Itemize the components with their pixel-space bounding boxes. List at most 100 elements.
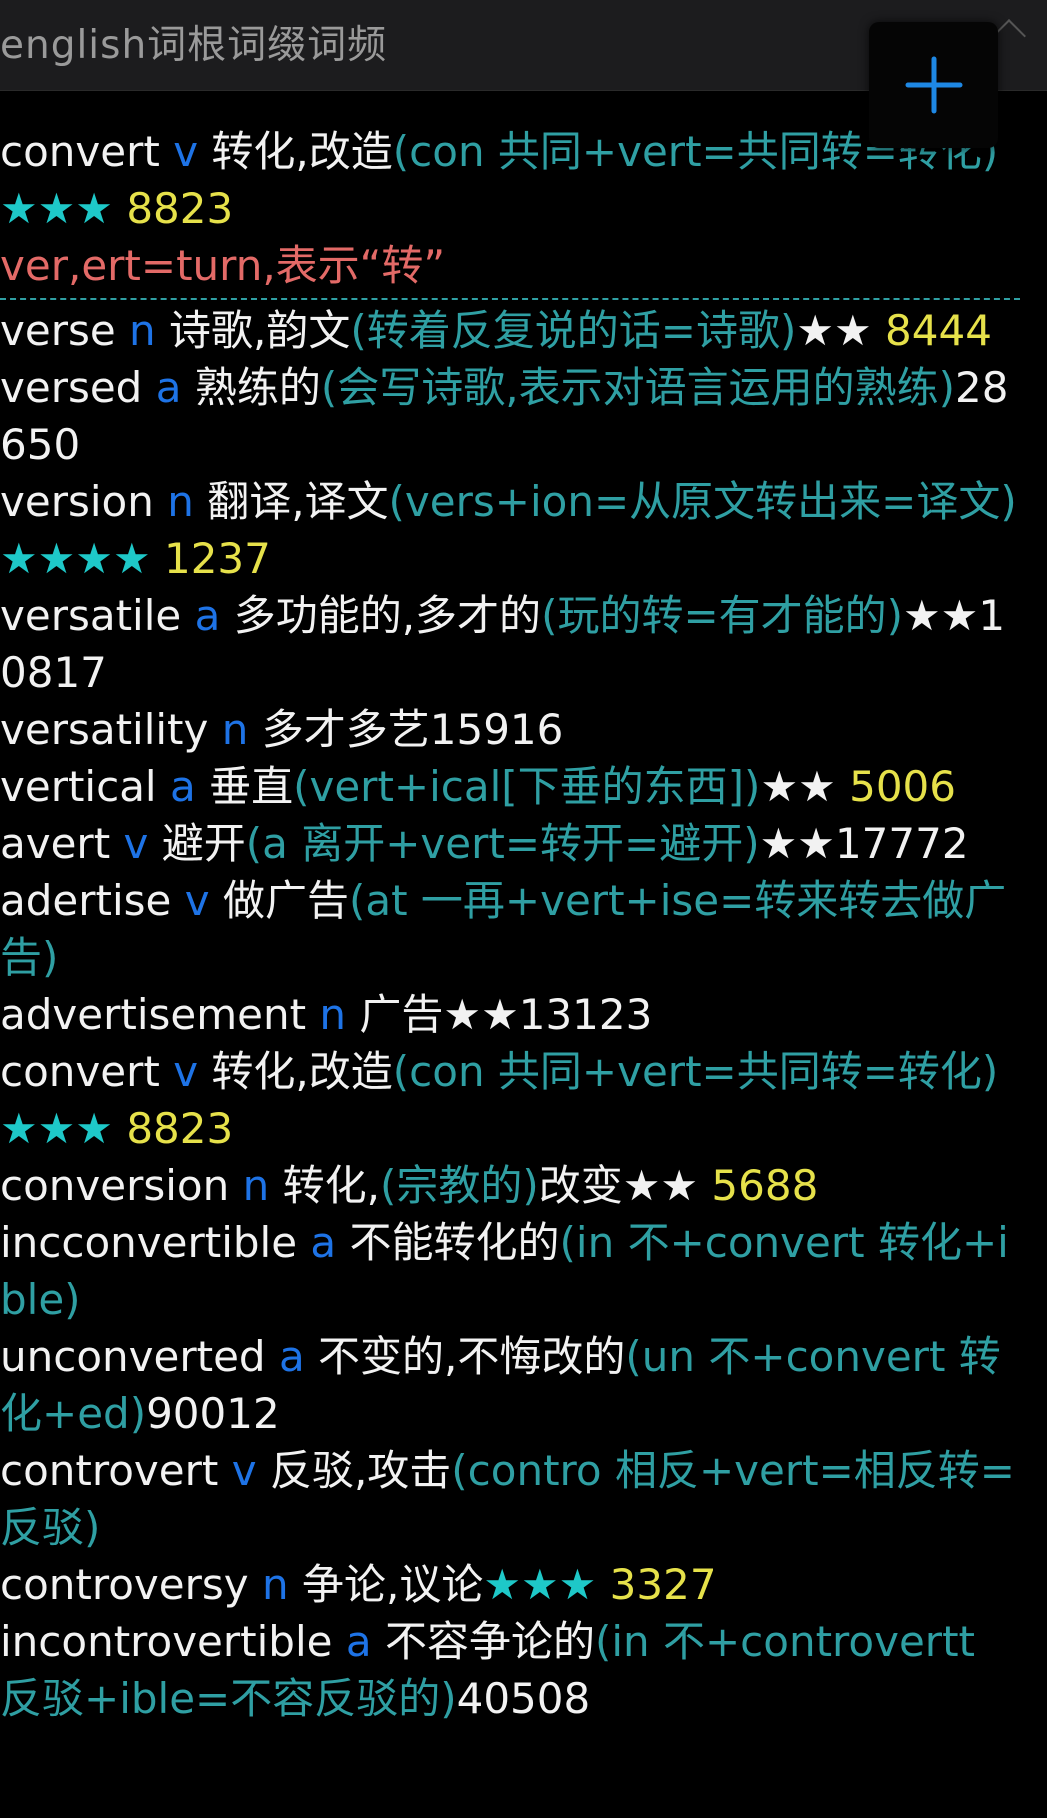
- etymology: (宗教的): [379, 1161, 539, 1210]
- part-of-speech: v: [231, 1446, 257, 1495]
- meaning: 多才多艺: [261, 705, 430, 754]
- list-item[interactable]: verse n 诗歌,韵文(转着反复说的话=诗歌)★★ 8444: [0, 302, 1020, 359]
- meaning: 不容争论的: [384, 1617, 595, 1666]
- word: versed: [0, 363, 143, 412]
- meaning: 争论,议论: [301, 1560, 484, 1609]
- add-button[interactable]: [869, 22, 998, 148]
- part-of-speech: a: [194, 591, 221, 640]
- entries-container: verse n 诗歌,韵文(转着反复说的话=诗歌)★★ 8444 versed a…: [0, 302, 1020, 1727]
- meaning: 做广告: [222, 876, 349, 925]
- stars: ★★★: [0, 184, 113, 233]
- plus-icon: [905, 56, 962, 114]
- frequency: 8823: [126, 184, 234, 233]
- list-item[interactable]: version n 翻译,译文(vers+ion=从原文转出来=译文)★★★★ …: [0, 473, 1020, 587]
- part-of-speech: n: [319, 990, 347, 1039]
- list-item[interactable]: vertical a 垂直(vert+ical[下垂的东西])★★ 5006: [0, 758, 1020, 815]
- divider: [0, 298, 1020, 300]
- word: versatility: [0, 705, 209, 754]
- meaning: 转化,改造: [211, 1047, 393, 1096]
- word: adertise: [0, 876, 172, 925]
- stars: ★★: [903, 591, 979, 640]
- page-title: english词根词缀词频: [0, 23, 388, 68]
- word: convert: [0, 1047, 160, 1096]
- part-of-speech: n: [129, 306, 156, 355]
- list-item[interactable]: versed a 熟练的(会写诗歌,表示对语言运用的熟练)28650: [0, 359, 1020, 473]
- word: verse: [0, 306, 116, 355]
- list-item[interactable]: convert v 转化,改造(con 共同+vert=共同转=转化) ★★★ 8…: [0, 1043, 1020, 1157]
- word: controversy: [0, 1560, 249, 1609]
- list-item[interactable]: incconvertible a 不能转化的(in 不+convert 转化+i…: [0, 1214, 1020, 1328]
- stars: ★★: [759, 819, 835, 868]
- part-of-speech: n: [261, 1560, 289, 1609]
- etymology: (con 共同+vert=共同转=转化): [392, 1047, 999, 1096]
- word: unconverted: [0, 1332, 266, 1381]
- etymology: (会写诗歌,表示对语言运用的熟练): [320, 363, 955, 412]
- frequency: 3327: [609, 1560, 717, 1609]
- list-item[interactable]: controvert v 反驳,攻击(contro 相反+vert=相反转=反驳…: [0, 1442, 1020, 1556]
- word: conversion: [0, 1161, 230, 1210]
- word: version: [0, 477, 154, 526]
- frequency: 8823: [126, 1104, 234, 1153]
- stars: ★★★: [483, 1560, 597, 1609]
- part-of-speech: a: [278, 1332, 305, 1381]
- part-of-speech: a: [310, 1218, 337, 1267]
- list-item[interactable]: advertisement n 广告★★13123: [0, 986, 1020, 1043]
- part-of-speech: a: [345, 1617, 372, 1666]
- meaning: 垂直: [209, 762, 294, 811]
- word: convert: [0, 127, 160, 176]
- etymology: (vers+ion=从原文转出来=译文): [388, 477, 1017, 526]
- frequency: 1237: [163, 534, 271, 583]
- stars: ★★★★: [0, 534, 151, 583]
- word: controvert: [0, 1446, 219, 1495]
- list-item[interactable]: convert v 转化,改造(con 共同+vert=共同转=转化) ★★★ …: [0, 123, 1020, 237]
- meaning: 不变的,不悔改的: [318, 1332, 626, 1381]
- list-item[interactable]: unconverted a 不变的,不悔改的(un 不+convert 转化+e…: [0, 1328, 1020, 1442]
- word: versatile: [0, 591, 182, 640]
- list-item[interactable]: avert v 避开(a 离开+vert=转开=避开)★★17772: [0, 815, 1020, 872]
- meaning: 翻译,译文: [207, 477, 389, 526]
- stars: ★★: [796, 306, 872, 355]
- list-item[interactable]: versatility n 多才多艺15916: [0, 701, 1020, 758]
- word: incontrovertible: [0, 1617, 333, 1666]
- list-item[interactable]: incontrovertible a 不容争论的(in 不+controvert…: [0, 1613, 1020, 1727]
- frequency: 13123: [518, 990, 653, 1039]
- word: avert: [0, 819, 111, 868]
- part-of-speech: v: [173, 1047, 199, 1096]
- word: advertisement: [0, 990, 307, 1039]
- frequency: 5006: [849, 762, 956, 811]
- meaning-extra: 改变: [538, 1161, 623, 1210]
- word: incconvertible: [0, 1218, 298, 1267]
- part-of-speech: v: [173, 127, 199, 176]
- list-item[interactable]: conversion n 转化,(宗教的)改变★★ 5688: [0, 1157, 1020, 1214]
- list-item[interactable]: adertise v 做广告(at 一再+vert+ise=转来转去做广告): [0, 872, 1020, 986]
- list-item[interactable]: controversy n 争论,议论★★★ 3327: [0, 1556, 1020, 1613]
- stars: ★★: [760, 762, 836, 811]
- meaning: 转化,: [282, 1161, 380, 1210]
- word: vertical: [0, 762, 157, 811]
- part-of-speech: v: [184, 876, 210, 925]
- frequency: 17772: [834, 819, 969, 868]
- meaning: 避开: [161, 819, 246, 868]
- stars: ★★: [443, 990, 519, 1039]
- frequency: 5688: [711, 1161, 819, 1210]
- part-of-speech: a: [169, 762, 196, 811]
- etymology: (a 离开+vert=转开=避开): [245, 819, 760, 868]
- word-list: convert v 转化,改造(con 共同+vert=共同转=转化) ★★★ …: [0, 123, 1020, 1727]
- meaning: 广告: [359, 990, 444, 1039]
- meaning: 反驳,攻击: [269, 1446, 452, 1495]
- frequency: 8444: [885, 306, 992, 355]
- frequency: 15916: [429, 705, 564, 754]
- meaning: 熟练的: [194, 363, 321, 412]
- stars: ★★★: [0, 1104, 113, 1153]
- meaning: 转化,改造: [211, 127, 393, 176]
- root-note: ver,ert=turn,表示“转”: [0, 241, 446, 290]
- list-item[interactable]: versatile a 多功能的,多才的(玩的转=有才能的)★★10817: [0, 587, 1020, 701]
- meaning: 多功能的,多才的: [233, 591, 542, 640]
- etymology: (vert+ical[下垂的东西]): [293, 762, 761, 811]
- part-of-speech: v: [123, 819, 149, 868]
- part-of-speech: a: [155, 363, 182, 412]
- etymology: (转着反复说的话=诗歌): [350, 306, 797, 355]
- etymology: (玩的转=有才能的): [541, 591, 904, 640]
- stars: ★★: [622, 1161, 699, 1210]
- part-of-speech: n: [167, 477, 194, 526]
